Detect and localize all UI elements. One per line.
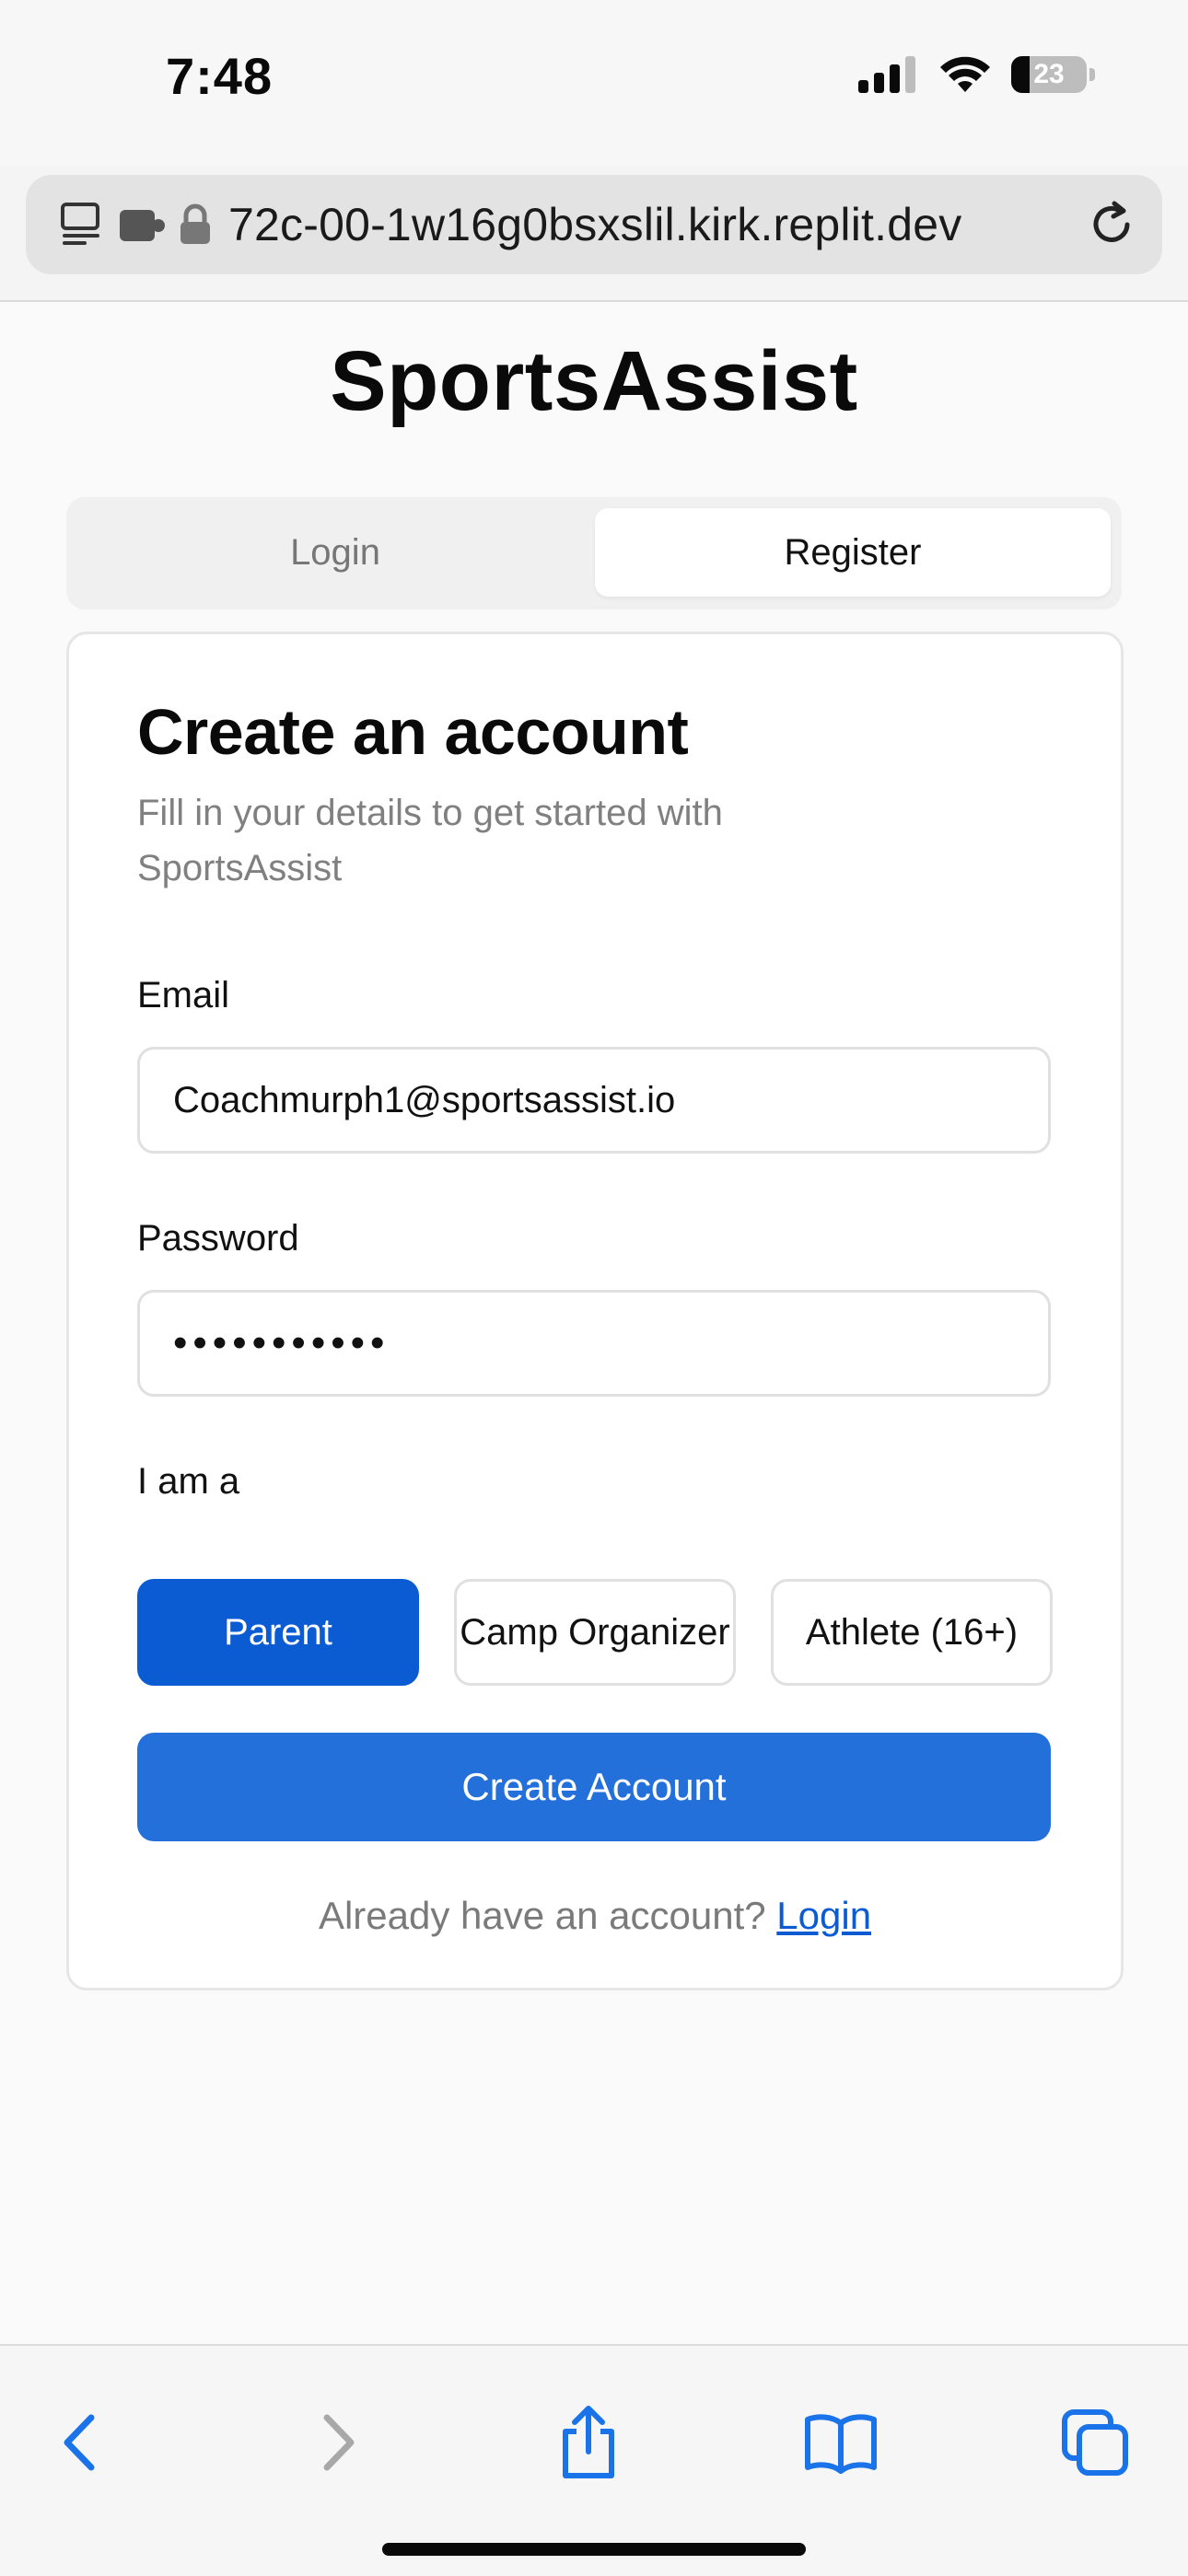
back-button[interactable] (39, 2401, 122, 2484)
lock-icon (181, 203, 210, 244)
address-bar-icons (59, 201, 212, 249)
password-label: Password (137, 1218, 299, 1259)
forward-button[interactable] (297, 2401, 379, 2484)
page-content: SportsAssist Login Register Create an ac… (0, 302, 1188, 2346)
tabs-button[interactable] (1054, 2401, 1136, 2484)
register-card: Create an account Fill in your details t… (66, 632, 1124, 1990)
card-subtitle: Fill in your details to get started with… (137, 793, 723, 888)
home-indicator[interactable] (382, 2543, 806, 2556)
extension-icon[interactable] (118, 203, 168, 247)
battery-level: 23 (1033, 59, 1065, 89)
role-label: I am a (137, 1461, 240, 1502)
tab-register[interactable]: Register (595, 508, 1111, 597)
email-label: Email (137, 975, 230, 1015)
login-prompt: Already have an account? Login (69, 1894, 1121, 1938)
cellular-signal-icon (858, 56, 915, 93)
email-field[interactable] (137, 1047, 1051, 1154)
role-athlete-button[interactable]: Athlete (16+) (771, 1579, 1053, 1686)
login-link[interactable]: Login (776, 1894, 871, 1937)
wifi-icon (940, 56, 990, 92)
auth-tabs: Login Register (66, 497, 1122, 609)
url-text[interactable]: 72c-00-1w16g0bsxslil.kirk.replit.dev (228, 198, 1087, 251)
status-time: 7:48 (166, 47, 274, 105)
battery-icon: 23 (1011, 56, 1095, 93)
tab-login[interactable]: Login (77, 508, 593, 597)
brand-title: SportsAssist (330, 334, 858, 428)
forward-icon (323, 2414, 355, 2471)
bookmarks-icon (805, 2414, 877, 2474)
address-bar[interactable]: 72c-00-1w16g0bsxslil.kirk.replit.dev (26, 175, 1162, 274)
back-icon (64, 2414, 95, 2471)
share-icon (563, 2406, 614, 2478)
reload-icon[interactable] (1087, 200, 1136, 249)
create-account-button[interactable]: Create Account (137, 1733, 1051, 1841)
share-button[interactable] (547, 2401, 630, 2484)
role-camp-organizer-button[interactable]: Camp Organizer (454, 1579, 736, 1686)
password-field[interactable] (137, 1290, 1051, 1397)
already-account-text: Already have an account? (318, 1894, 766, 1937)
status-icons: 23 (858, 55, 1095, 94)
browser-toolbar (0, 2344, 1188, 2576)
role-parent-button[interactable]: Parent (137, 1579, 419, 1686)
status-bar: 7:48 23 (0, 0, 1188, 166)
page-menu-icon[interactable] (59, 201, 107, 249)
tabs-icon (1062, 2409, 1128, 2476)
card-title: Create an account (137, 696, 689, 768)
bookmarks-button[interactable] (799, 2401, 882, 2484)
browser-chrome: 72c-00-1w16g0bsxslil.kirk.replit.dev (0, 166, 1188, 302)
